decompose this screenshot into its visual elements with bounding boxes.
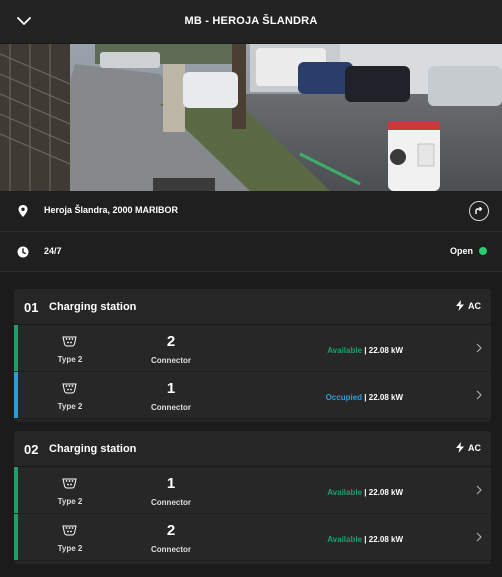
- plug-type-label: Type 2: [57, 544, 83, 553]
- station-title: Charging station: [49, 301, 137, 313]
- power-value: 22.08 kW: [368, 488, 403, 497]
- current-type: AC: [456, 300, 481, 311]
- map-pin-icon: [18, 205, 28, 217]
- type2-plug-icon: [62, 478, 77, 489]
- connector-number: 1: [166, 380, 176, 397]
- charging-station-card: 02 Charging station AC Type 2 1 Connecto…: [14, 431, 491, 564]
- status-text: Available: [327, 488, 363, 497]
- open-status: Open: [450, 246, 487, 256]
- status-bar: [14, 514, 18, 560]
- chevron-right-icon: [476, 343, 482, 353]
- lightning-icon: [456, 300, 464, 311]
- lightning-icon: [456, 442, 464, 453]
- station-header: 02 Charging station AC: [14, 431, 491, 467]
- status-separator: |: [364, 393, 367, 402]
- connector-row[interactable]: Type 2 2 Connector Available | 22.08 kW: [14, 514, 491, 561]
- open-indicator-dot: [479, 247, 487, 255]
- power-value: 22.08 kW: [368, 346, 403, 355]
- open-label: Open: [449, 246, 473, 256]
- hours-text: 24/7: [44, 246, 62, 256]
- type2-plug-icon: [62, 336, 77, 347]
- directions-icon: [475, 206, 483, 214]
- status-text: Available: [327, 535, 363, 544]
- status-bar: [14, 372, 18, 418]
- clock-icon: [17, 246, 29, 258]
- connector-label: Connector: [151, 356, 191, 365]
- connector-row[interactable]: Type 2 2 Connector Available | 22.08 kW: [14, 325, 491, 372]
- connector-row[interactable]: Type 2 1 Connector Available | 22.08 kW: [14, 467, 491, 514]
- chevron-right-icon: [476, 485, 482, 495]
- connector-status: Available | 22.08 kW: [327, 535, 403, 544]
- connector-number: 1: [166, 475, 176, 492]
- status-text: Available: [327, 346, 363, 355]
- connector-status: Available | 22.08 kW: [327, 346, 403, 355]
- connector-label: Connector: [151, 403, 191, 412]
- address-text: Heroja Šlandra, 2000 MARIBOR: [44, 205, 179, 215]
- status-separator: |: [364, 535, 367, 544]
- hours-row: 24/7 Open: [0, 232, 502, 272]
- chevron-right-icon: [476, 390, 482, 400]
- connector-number: 2: [166, 333, 176, 350]
- current-label: AC: [468, 443, 481, 453]
- connector-status: Occupied | 22.08 kW: [326, 393, 403, 402]
- current-type: AC: [456, 442, 481, 453]
- station-number: 01: [24, 300, 39, 315]
- status-separator: |: [364, 488, 367, 497]
- station-header: 01 Charging station AC: [14, 289, 491, 325]
- charging-station-card: 01 Charging station AC Type 2 2 Connecto…: [14, 289, 491, 422]
- connector-row[interactable]: Type 2 1 Connector Occupied | 22.08 kW: [14, 372, 491, 419]
- station-title: Charging station: [49, 443, 137, 455]
- plug-type-label: Type 2: [57, 402, 83, 411]
- type2-plug-icon: [62, 525, 77, 536]
- power-value: 22.08 kW: [368, 393, 403, 402]
- status-text: Occupied: [325, 393, 363, 402]
- address-row: Heroja Šlandra, 2000 MARIBOR: [0, 191, 502, 232]
- plug-type-label: Type 2: [57, 497, 83, 506]
- chevron-right-icon: [476, 532, 482, 542]
- page-title: MB - HEROJA ŠLANDRA: [184, 15, 318, 27]
- connector-status: Available | 22.08 kW: [327, 488, 403, 497]
- navigate-button[interactable]: [469, 201, 489, 221]
- location-photo: [0, 44, 502, 191]
- power-value: 22.08 kW: [368, 535, 403, 544]
- status-bar: [14, 325, 18, 371]
- plug-type-label: Type 2: [57, 355, 83, 364]
- status-bar: [14, 467, 18, 513]
- type2-plug-icon: [62, 383, 77, 394]
- header-bar: MB - HEROJA ŠLANDRA: [0, 0, 502, 44]
- status-separator: |: [364, 346, 367, 355]
- station-number: 02: [24, 442, 39, 457]
- connector-label: Connector: [151, 498, 191, 507]
- connector-number: 2: [166, 522, 176, 539]
- connector-label: Connector: [151, 545, 191, 554]
- current-label: AC: [468, 301, 481, 311]
